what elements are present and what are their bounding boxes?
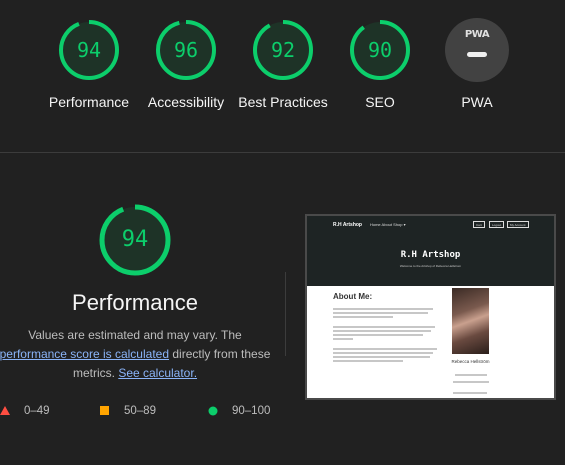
text-line [453, 392, 487, 394]
description-text: Values are estimated and may vary. The [28, 328, 242, 342]
text-line [453, 381, 489, 383]
pwa-dash-icon [467, 52, 487, 57]
score-value: 90 [367, 38, 393, 62]
screenshot-nav: R.H Artshop Home About Shop ▾ [333, 222, 406, 228]
circle-icon [208, 406, 218, 416]
gauge-accessibility[interactable]: 96 Accessibility [141, 18, 231, 138]
text-line [333, 356, 430, 358]
screenshot-title: R.H Artshop [400, 250, 461, 260]
text-line [333, 326, 435, 328]
score-value: 92 [270, 38, 296, 62]
gauge-performance[interactable]: 94 Performance [44, 18, 134, 138]
text-line [333, 330, 431, 332]
vertical-divider [285, 272, 286, 356]
legend-pass-label: 90–100 [232, 405, 271, 417]
pwa-badge-text: PWA [464, 29, 490, 40]
profile-photo [452, 288, 489, 354]
pwa-badge: PWA [445, 18, 509, 82]
score-value: 94 [76, 38, 102, 62]
text-line [333, 308, 433, 310]
text-line [455, 374, 487, 376]
screenshot-profile-name: Rebecca Hellström [451, 359, 490, 364]
score-value: 94 [121, 227, 149, 252]
see-calculator-link[interactable]: See calculator. [118, 366, 197, 380]
screenshot-nav-links: Home About Shop ▾ [369, 222, 406, 227]
screenshot-subtitle: Welcome to the Artshop of Rebecca Hellst… [399, 264, 462, 268]
performance-title: Performance [72, 290, 198, 315]
category-label: Accessibility [147, 94, 225, 110]
text-line [333, 352, 433, 354]
performance-description: Values are estimated and may vary. The p… [0, 326, 275, 383]
screenshot-logout-button: Logout [489, 221, 505, 228]
score-value: 96 [173, 38, 199, 62]
page-screenshot[interactable]: R.H Artshop Home About Shop ▾ Cart Logout… [305, 214, 556, 400]
text-line [333, 360, 403, 362]
screenshot-brand: R.H Artshop [333, 222, 362, 228]
screenshot-account-button: My Account [507, 221, 529, 228]
legend-average-label: 50–89 [124, 405, 156, 417]
text-line [333, 348, 437, 350]
screenshot-header: R.H Artshop Home About Shop ▾ Cart Logout… [307, 216, 554, 286]
gauge-best-practices[interactable]: 92 Best Practices [238, 18, 328, 138]
square-icon [100, 406, 109, 415]
text-line [333, 316, 393, 318]
text-line [333, 312, 428, 314]
performance-gauge-large: 94 [98, 203, 172, 277]
gauge-pwa[interactable]: PWA PWA [432, 18, 522, 138]
screenshot-cart-button: Cart [473, 221, 485, 228]
legend-fail-label: 0–49 [24, 405, 50, 417]
triangle-icon [0, 406, 10, 415]
text-line [333, 334, 423, 336]
section-divider [0, 152, 565, 153]
screenshot-about-heading: About Me: [333, 292, 373, 301]
gauge-seo[interactable]: 90 SEO [335, 18, 425, 138]
text-line [333, 338, 353, 340]
score-calculated-link[interactable]: performance score is calculated [0, 347, 169, 361]
category-label: PWA [461, 94, 493, 110]
